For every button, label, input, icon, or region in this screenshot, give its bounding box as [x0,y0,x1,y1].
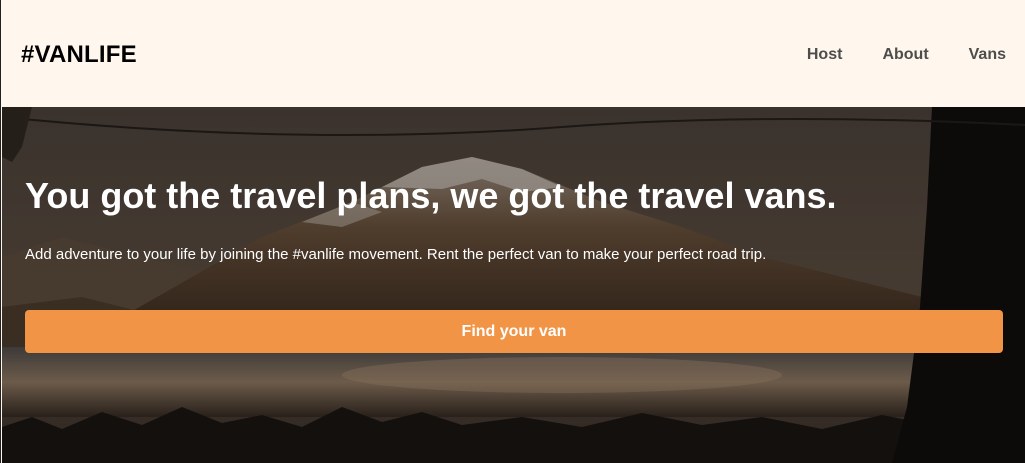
nav-link-host[interactable]: Host [807,46,843,64]
hero-section: You got the travel plans, we got the tra… [2,107,1025,463]
hero-overlay [2,107,1025,463]
site-header: #VANLIFE Host About Vans [2,0,1025,107]
page: #VANLIFE Host About Vans You got the tra… [0,0,1025,463]
logo-link[interactable]: #VANLIFE [21,41,137,69]
hero-title: You got the travel plans, we got the tra… [25,175,837,216]
hero-subtitle: Add adventure to your life by joining th… [25,246,767,263]
find-your-van-button[interactable]: Find your van [25,310,1003,353]
main-nav: Host About Vans [807,46,1006,64]
nav-link-about[interactable]: About [882,46,928,64]
nav-link-vans[interactable]: Vans [969,46,1006,64]
